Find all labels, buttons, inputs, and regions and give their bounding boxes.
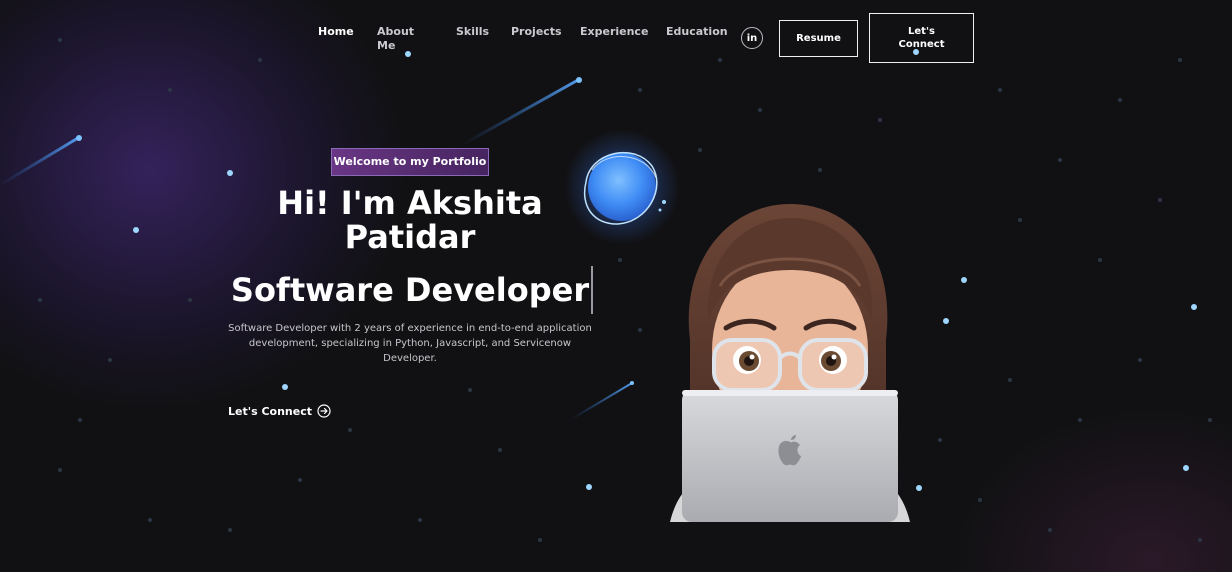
resume-button[interactable]: Resume [779,20,858,57]
arrow-right-circle-icon [317,404,331,418]
nav-education[interactable]: Education [666,25,728,39]
memoji-avatar [670,204,910,522]
hero-connect-label: Let's Connect [228,404,313,418]
lets-connect-button-label: Let's Connect [898,26,945,50]
hero-connect-link[interactable]: Let's Connect [228,402,331,420]
shooting-star-1 [0,135,82,187]
typing-cursor [591,266,593,314]
nav-home[interactable]: Home [318,25,354,39]
resume-button-label: Resume [796,33,841,44]
linkedin-icon[interactable]: in [741,27,763,49]
shooting-star-3 [569,381,634,421]
hero-headline: Hi! I'm Akshita Patidar [277,184,543,256]
nav-skills[interactable]: Skills [456,25,489,39]
hero-description: Software Developer with 2 years of exper… [228,323,592,364]
lets-connect-button[interactable]: Let's Connect [869,13,974,63]
welcome-badge: Welcome to my Portfolio [331,148,489,176]
nav-projects[interactable]: Projects [511,25,562,39]
nav-about-me[interactable]: About Me [377,25,414,53]
portfolio-page: Home About Me Skills Projects Experience… [0,0,1232,572]
hero-role-typewriter: Software Developer [230,271,590,309]
nav-experience[interactable]: Experience [580,25,648,39]
